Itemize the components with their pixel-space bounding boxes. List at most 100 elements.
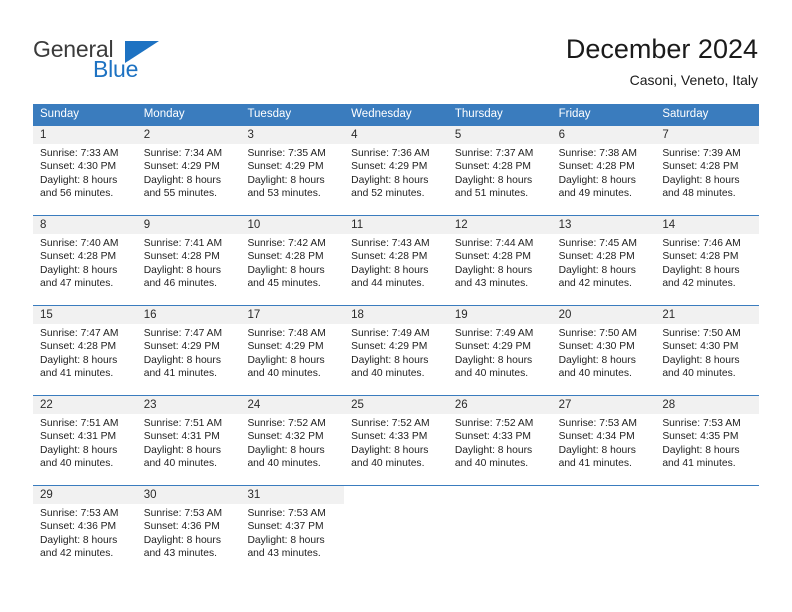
day-number: 24: [240, 396, 345, 414]
day-cell[interactable]: 25 Sunrise: 7:52 AM Sunset: 4:33 PM Dayligh…: [344, 396, 448, 477]
day-sunset-text: Sunset: 4:30 PM: [558, 341, 635, 353]
day-cell[interactable]: 11 Sunrise: 7:43 AM Sunset: 4:28 PM Dayligh…: [344, 216, 448, 297]
day-cell[interactable]: 27 Sunrise: 7:53 AM Sunset: 4:34 PM Dayligh…: [551, 396, 656, 477]
calendar-grid: Sunday Monday Tuesday Wednesday Thursday Frid…: [33, 104, 760, 567]
day-number: 27: [551, 396, 656, 414]
day-details: Sunrise: 7:52 AM Sunset: 4:33 PM Daylight:…: [344, 414, 448, 470]
day-cell[interactable]: 10 Sunrise: 7:42 AM Sunset: 4:28 PM Dayligh…: [240, 216, 345, 297]
day-daylight1-text: Daylight: 8 hours: [454, 264, 533, 276]
day-details: Sunrise: 7:47 AM Sunset: 4:28 PM Daylight:…: [33, 324, 137, 380]
day-cell[interactable]: 29 Sunrise: 7:53 AM Sunset: 4:36 PM Dayligh…: [33, 486, 137, 567]
day-details: Sunrise: 7:53 AM Sunset: 4:37 PM Daylight:…: [240, 504, 344, 560]
day-daylight2-text: and 40 minutes.: [351, 367, 425, 379]
day-details: Sunrise: 7:52 AM Sunset: 4:33 PM Daylight:…: [448, 414, 552, 470]
day-cell[interactable]: 7 Sunrise: 7:39 AM Sunset: 4:28 PM Daylight…: [655, 126, 760, 207]
weekday-header-monday: Monday: [143, 108, 185, 120]
day-details: Sunrise: 7:53 AM Sunset: 4:35 PM Daylight:…: [655, 414, 759, 470]
day-cell[interactable]: 17 Sunrise: 7:48 AM Sunset: 4:29 PM Dayligh…: [240, 306, 345, 387]
day-daylight2-text: and 40 minutes.: [143, 457, 217, 469]
day-cell[interactable]: 23 Sunrise: 7:51 AM Sunset: 4:31 PM Dayligh…: [136, 396, 241, 477]
day-details: Sunrise: 7:50 AM Sunset: 4:30 PM Daylight:…: [552, 324, 656, 380]
day-cell[interactable]: 13 Sunrise: 7:45 AM Sunset: 4:28 PM Dayligh…: [551, 216, 656, 297]
day-sunset-text: Sunset: 4:29 PM: [351, 161, 428, 173]
day-cell-empty: [344, 486, 448, 567]
day-daylight2-text: and 40 minutes.: [40, 457, 114, 469]
day-sunset-text: Sunset: 4:28 PM: [454, 161, 532, 173]
day-daylight2-text: and 40 minutes.: [454, 457, 529, 469]
day-cell[interactable]: 12 Sunrise: 7:44 AM Sunset: 4:28 PM Dayligh…: [447, 216, 552, 297]
day-details: Sunrise: 7:38 AM Sunset: 4:28 PM Daylight:…: [552, 144, 656, 200]
calendar-week-row: 22 Sunrise: 7:51 AM Sunset: 4:31 PM Dayligh…: [33, 395, 760, 477]
day-sunrise-text: Sunrise: 7:50 AM: [662, 328, 741, 339]
day-cell[interactable]: 22 Sunrise: 7:51 AM Sunset: 4:31 PM Dayligh…: [33, 396, 137, 477]
day-number: 28: [655, 396, 760, 414]
day-number: 8: [33, 216, 137, 234]
day-cell[interactable]: 2 Sunrise: 7:34 AM Sunset: 4:29 PM Daylight…: [136, 126, 241, 207]
day-cell[interactable]: 28 Sunrise: 7:53 AM Sunset: 4:35 PM Dayligh…: [655, 396, 760, 477]
day-number: 5: [447, 126, 552, 144]
day-number: 17: [240, 306, 345, 324]
day-cell[interactable]: 6 Sunrise: 7:38 AM Sunset: 4:28 PM Daylight…: [551, 126, 656, 207]
day-cell[interactable]: 8 Sunrise: 7:40 AM Sunset: 4:28 PM Daylight…: [33, 216, 137, 297]
day-sunset-text: Sunset: 4:32 PM: [247, 431, 324, 443]
day-sunrise-text: Sunrise: 7:53 AM: [143, 508, 223, 519]
day-details: Sunrise: 7:33 AM Sunset: 4:30 PM Daylight:…: [33, 144, 137, 200]
day-cell-empty: [551, 486, 656, 567]
day-cell[interactable]: 24 Sunrise: 7:52 AM Sunset: 4:32 PM Dayligh…: [240, 396, 345, 477]
day-cell[interactable]: 18 Sunrise: 7:49 AM Sunset: 4:29 PM Dayligh…: [344, 306, 448, 387]
day-cell[interactable]: 31 Sunrise: 7:53 AM Sunset: 4:37 PM Dayligh…: [240, 486, 345, 567]
day-daylight2-text: and 42 minutes.: [558, 277, 632, 289]
day-daylight2-text: and 41 minutes.: [558, 457, 632, 469]
day-daylight1-text: Daylight: 8 hours: [40, 354, 118, 366]
day-cell[interactable]: 14 Sunrise: 7:46 AM Sunset: 4:28 PM Dayligh…: [655, 216, 760, 297]
day-number: 10: [240, 216, 345, 234]
day-daylight2-text: and 40 minutes.: [454, 367, 529, 379]
day-sunrise-text: Sunrise: 7:42 AM: [247, 238, 326, 249]
day-daylight2-text: and 42 minutes.: [662, 277, 736, 289]
day-cell[interactable]: 3 Sunrise: 7:35 AM Sunset: 4:29 PM Daylight…: [240, 126, 345, 207]
day-sunset-text: Sunset: 4:36 PM: [40, 521, 117, 533]
day-daylight2-text: and 41 minutes.: [662, 457, 736, 469]
day-sunrise-text: Sunrise: 7:43 AM: [351, 238, 430, 249]
day-details: Sunrise: 7:40 AM Sunset: 4:28 PM Daylight:…: [33, 234, 137, 290]
general-blue-logo[interactable]: General Blue: [33, 36, 223, 88]
day-cell[interactable]: 1 Sunrise: 7:33 AM Sunset: 4:30 PM Daylight…: [33, 126, 137, 207]
day-daylight2-text: and 40 minutes.: [351, 457, 425, 469]
day-sunset-text: Sunset: 4:30 PM: [662, 341, 739, 353]
day-cell[interactable]: 5 Sunrise: 7:37 AM Sunset: 4:28 PM Daylight…: [447, 126, 552, 207]
day-sunrise-text: Sunrise: 7:53 AM: [662, 418, 741, 429]
day-sunset-text: Sunset: 4:28 PM: [40, 251, 117, 263]
day-daylight1-text: Daylight: 8 hours: [143, 444, 221, 456]
day-sunset-text: Sunset: 4:29 PM: [351, 341, 428, 353]
day-sunrise-text: Sunrise: 7:40 AM: [40, 238, 119, 249]
day-sunset-text: Sunset: 4:31 PM: [143, 431, 220, 443]
day-sunrise-text: Sunrise: 7:35 AM: [247, 148, 326, 159]
day-details: Sunrise: 7:44 AM Sunset: 4:28 PM Daylight:…: [448, 234, 552, 290]
day-daylight1-text: Daylight: 8 hours: [143, 354, 221, 366]
day-cell[interactable]: 9 Sunrise: 7:41 AM Sunset: 4:28 PM Daylight…: [136, 216, 241, 297]
day-cell[interactable]: 21 Sunrise: 7:50 AM Sunset: 4:30 PM Dayligh…: [655, 306, 760, 387]
day-daylight1-text: Daylight: 8 hours: [558, 444, 636, 456]
day-details: Sunrise: 7:48 AM Sunset: 4:29 PM Daylight:…: [240, 324, 344, 380]
day-sunrise-text: Sunrise: 7:53 AM: [247, 508, 326, 519]
day-cell[interactable]: 19 Sunrise: 7:49 AM Sunset: 4:29 PM Dayligh…: [447, 306, 552, 387]
day-cell[interactable]: 26 Sunrise: 7:52 AM Sunset: 4:33 PM Dayligh…: [447, 396, 552, 477]
day-sunrise-text: Sunrise: 7:36 AM: [351, 148, 430, 159]
page-title: December 2024: [565, 34, 758, 64]
day-cell[interactable]: 15 Sunrise: 7:47 AM Sunset: 4:28 PM Dayligh…: [33, 306, 137, 387]
day-cell[interactable]: 30 Sunrise: 7:53 AM Sunset: 4:36 PM Dayligh…: [136, 486, 241, 567]
day-cell[interactable]: 20 Sunrise: 7:50 AM Sunset: 4:30 PM Dayligh…: [551, 306, 656, 387]
day-number: [551, 486, 656, 504]
day-number: 25: [344, 396, 448, 414]
day-number: 1: [33, 126, 137, 144]
day-number: 6: [551, 126, 656, 144]
day-daylight2-text: and 40 minutes.: [247, 367, 321, 379]
day-details: Sunrise: 7:53 AM Sunset: 4:34 PM Daylight:…: [552, 414, 656, 470]
day-cell[interactable]: 16 Sunrise: 7:47 AM Sunset: 4:29 PM Dayligh…: [136, 306, 241, 387]
day-cell[interactable]: 4 Sunrise: 7:36 AM Sunset: 4:29 PM Daylight…: [344, 126, 448, 207]
day-number: 29: [33, 486, 137, 504]
day-daylight1-text: Daylight: 8 hours: [40, 444, 118, 456]
day-details: Sunrise: 7:50 AM Sunset: 4:30 PM Daylight:…: [655, 324, 759, 380]
day-daylight1-text: Daylight: 8 hours: [351, 264, 429, 276]
day-daylight2-text: and 45 minutes.: [247, 277, 321, 289]
